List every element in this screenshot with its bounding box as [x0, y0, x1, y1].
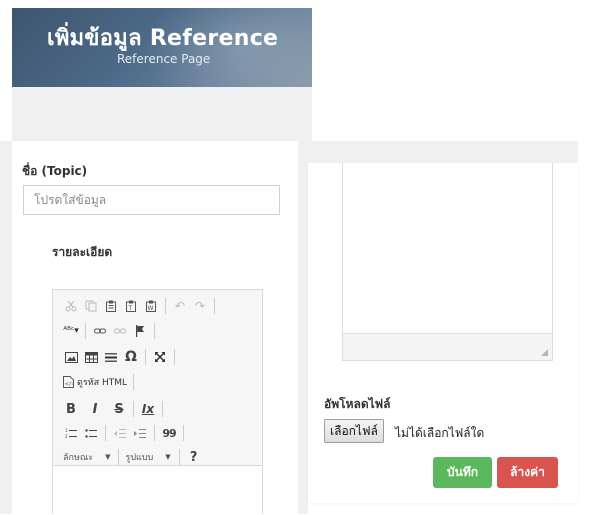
format-combo[interactable]: รูปแบบ ▼ [125, 450, 170, 464]
toolbar-separator [85, 323, 86, 339]
page-subtitle: Reference Page [117, 52, 211, 66]
editor-status-bar [343, 333, 552, 360]
reset-button[interactable]: ล้างค่า [497, 457, 558, 488]
maximize-icon[interactable] [152, 348, 168, 366]
file-status-text: ไม่ได้เลือกไฟล์ใด [395, 426, 485, 440]
rich-text-editor: T W ↶ ↷ ᴬᴮᶜ▾ Ω </> ดูรหัส HTML B I S Ix … [52, 289, 263, 515]
paste-icon[interactable] [103, 297, 119, 315]
horizontal-rule-icon[interactable] [103, 348, 119, 366]
special-char-icon[interactable]: Ω [123, 348, 139, 366]
editor-content-area-right[interactable] [342, 163, 553, 361]
svg-text:1: 1 [65, 428, 68, 433]
svg-text:W: W [148, 305, 154, 312]
toolbar-separator [162, 401, 163, 417]
editor-toolbar: T W ↶ ↷ ᴬᴮᶜ▾ Ω </> ดูรหัส HTML B I S Ix … [53, 290, 262, 466]
page-background [0, 141, 12, 514]
toolbar-row-basicstyles: B I S Ix [63, 398, 169, 420]
bulleted-list-icon[interactable] [83, 424, 99, 442]
toolbar-separator [154, 323, 155, 339]
page-title: เพิ่มข้อมูล Reference [47, 26, 279, 51]
image-icon[interactable] [63, 348, 79, 366]
header-banner: เพิ่มข้อมูล Reference Reference Page [12, 8, 312, 87]
bold-icon[interactable]: B [63, 400, 79, 418]
choose-file-button[interactable]: เลือกไฟล์ [324, 419, 384, 443]
help-icon[interactable]: ? [186, 448, 202, 466]
format-combo-label: รูปแบบ [125, 453, 154, 463]
paste-word-icon[interactable]: W [143, 297, 159, 315]
cut-icon[interactable] [63, 297, 79, 315]
toolbar-separator [174, 349, 175, 365]
toolbar-separator [118, 449, 120, 465]
topic-label: ชื่อ (Topic) [22, 164, 88, 178]
table-icon[interactable] [83, 348, 99, 366]
paste-text-icon[interactable]: T [123, 297, 139, 315]
styles-combo-label: ลักษณะ [63, 453, 94, 463]
detail-label: รายละเอียด [52, 245, 113, 259]
toolbar-row-insert: Ω [63, 346, 181, 368]
toolbar-separator [183, 425, 184, 441]
remove-format-icon[interactable]: Ix [140, 400, 156, 418]
toolbar-row-styles: ลักษณะ ▼ รูปแบบ ▼ ? [63, 446, 206, 468]
blockquote-icon[interactable]: 99 [161, 424, 177, 442]
svg-text:2: 2 [65, 434, 68, 439]
numbered-list-icon[interactable]: 12 [63, 424, 79, 442]
link-icon[interactable] [92, 322, 108, 340]
upload-label: อัพโหลดไฟล์ [324, 397, 391, 411]
right-panel-top-spacer [298, 141, 578, 163]
chevron-down-icon: ▼ [105, 453, 111, 461]
toolbar-row-source: </> ดูรหัส HTML [63, 371, 140, 393]
toolbar-row-paragraph: 12 99 [63, 422, 190, 444]
toolbar-separator [214, 298, 215, 314]
panel-gap [298, 141, 308, 514]
toolbar-row-links: ᴬᴮᶜ▾ [63, 320, 161, 342]
toolbar-separator [105, 425, 106, 441]
editor-content-area[interactable] [53, 466, 262, 515]
outdent-icon[interactable] [112, 424, 128, 442]
save-button[interactable]: บันทึก [433, 457, 492, 488]
toolbar-separator [154, 425, 155, 441]
topic-input[interactable] [23, 185, 280, 215]
styles-combo[interactable]: ลักษณะ ▼ [63, 450, 110, 464]
unlink-icon[interactable] [112, 322, 128, 340]
spellcheck-icon[interactable]: ᴬᴮᶜ▾ [63, 322, 79, 340]
anchor-icon[interactable] [132, 322, 148, 340]
indent-icon[interactable] [132, 424, 148, 442]
italic-icon[interactable]: I [87, 400, 103, 418]
undo-icon[interactable]: ↶ [172, 297, 188, 315]
toolbar-separator [145, 349, 146, 365]
resize-grip-icon[interactable] [541, 349, 548, 356]
toolbar-separator [165, 298, 166, 314]
source-button[interactable]: </> ดูรหัส HTML [63, 373, 127, 391]
chevron-down-icon: ▼ [165, 453, 171, 461]
svg-text:T: T [128, 305, 133, 312]
toolbar-separator [178, 449, 180, 465]
copy-icon[interactable] [83, 297, 99, 315]
header-spacer [12, 87, 312, 141]
redo-icon[interactable]: ↷ [192, 297, 208, 315]
source-icon: </> [63, 376, 74, 388]
source-label: ดูรหัส HTML [77, 378, 128, 388]
toolbar-separator [133, 374, 135, 390]
svg-text:</>: </> [65, 382, 75, 388]
toolbar-row-clipboard: T W ↶ ↷ [63, 295, 221, 317]
strike-icon[interactable]: S [111, 400, 127, 418]
toolbar-separator [133, 401, 134, 417]
